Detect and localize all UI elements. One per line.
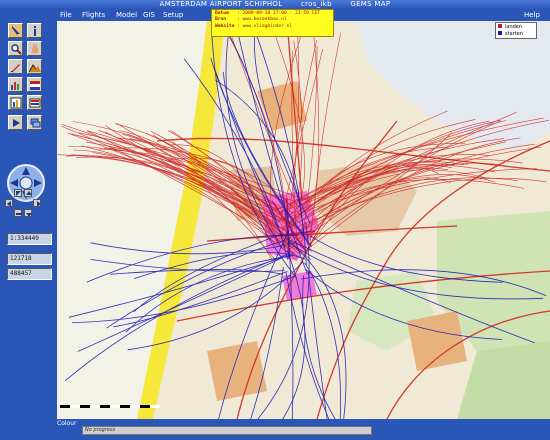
map-legend: landen starten: [495, 22, 537, 39]
status-bar: Colour No progress: [0, 419, 550, 440]
pencil-icon: [11, 64, 20, 72]
pan-down-button[interactable]: [24, 209, 32, 217]
chart-icon: [11, 82, 19, 90]
info-value: : www.vliegbinder.nl: [237, 23, 293, 29]
pan-up-button[interactable]: [24, 189, 32, 197]
info-value: : 2009-09-18 17:00 - 23:59 CET: [237, 11, 320, 16]
gauge-button[interactable]: [27, 95, 42, 110]
flag-icon: [30, 81, 40, 90]
statistics-button[interactable]: [8, 95, 23, 110]
arrow-right-icon: [37, 201, 41, 207]
arrow-up-left-icon: [16, 191, 21, 196]
legend-item-landing: landen: [498, 24, 534, 31]
flag-button[interactable]: [27, 77, 42, 92]
menu-flights[interactable]: Flights: [82, 9, 105, 21]
colour-label: Colour: [57, 420, 77, 427]
app-title: AMSTERDAM AIRPORT SCHIPHOL: [159, 0, 283, 8]
gauge-icon: [29, 98, 41, 108]
info-row-website: Website: www.vliegbinder.nl: [215, 24, 330, 30]
layers-button[interactable]: [27, 115, 42, 130]
y-coordinate-readout: 488457: [7, 268, 52, 280]
pan-button[interactable]: [27, 41, 42, 56]
module-name: GEMS MAP: [350, 0, 391, 8]
info-key: Website: [215, 23, 235, 29]
pan-left-button[interactable]: [5, 199, 13, 207]
terrain-button[interactable]: [27, 59, 42, 74]
progress-bar: No progress: [82, 426, 372, 435]
bar-chart-icon: [10, 97, 22, 109]
arrow-left-icon: [7, 201, 11, 207]
legend-swatch: [498, 31, 502, 35]
progress-label: No progress: [85, 427, 116, 433]
zoom-icon: [11, 44, 22, 55]
legend-item-takeoff: starten: [498, 31, 534, 38]
legend-label: starten: [505, 31, 523, 37]
play-button[interactable]: [8, 115, 23, 130]
menu-gis[interactable]: GIS: [143, 9, 155, 21]
zoom-out-button[interactable]: [14, 209, 22, 217]
minus-icon: [16, 213, 22, 215]
select-arrow-button[interactable]: [8, 23, 23, 38]
terrain-icon: [29, 64, 41, 73]
map-scale-bar: [60, 405, 160, 408]
flight-track-map: [57, 21, 550, 419]
title-bar: AMSTERDAM AIRPORT SCHIPHOL cros_ikb GEMS…: [0, 0, 550, 9]
info-value: : www.bezoekbas.nl: [237, 17, 287, 23]
info-box: Datum: 2009-09-18 17:00 - 23:59 CET Bron…: [211, 9, 334, 37]
pan-right-button[interactable]: [33, 199, 41, 207]
menu-help[interactable]: Help: [524, 9, 540, 21]
pan-up-left-button[interactable]: [14, 189, 22, 197]
project-name: cros_ikb: [300, 0, 332, 8]
menu-model[interactable]: Model: [116, 9, 137, 21]
x-coordinate-readout: 121718: [7, 253, 52, 265]
play-icon: [13, 119, 20, 127]
select-arrow-icon: [12, 26, 20, 36]
arrow-down-icon: [26, 213, 32, 217]
zoom-button[interactable]: [8, 41, 23, 56]
hand-icon: [32, 44, 38, 53]
arrow-up-icon: [26, 191, 32, 195]
legend-swatch: [498, 24, 502, 28]
chart-button[interactable]: [8, 77, 23, 92]
menu-file[interactable]: File: [60, 9, 72, 21]
scale-readout: 1:334449: [7, 233, 52, 245]
info-button[interactable]: [27, 23, 42, 38]
map-canvas[interactable]: [57, 21, 550, 419]
info-icon: [34, 26, 36, 36]
menu-setup[interactable]: Setup: [163, 9, 183, 21]
legend-label: landen: [505, 24, 523, 30]
draw-button[interactable]: [8, 59, 23, 74]
tool-panel: 1:334449 121718 488457: [2, 21, 56, 419]
layers-icon: [30, 118, 41, 128]
